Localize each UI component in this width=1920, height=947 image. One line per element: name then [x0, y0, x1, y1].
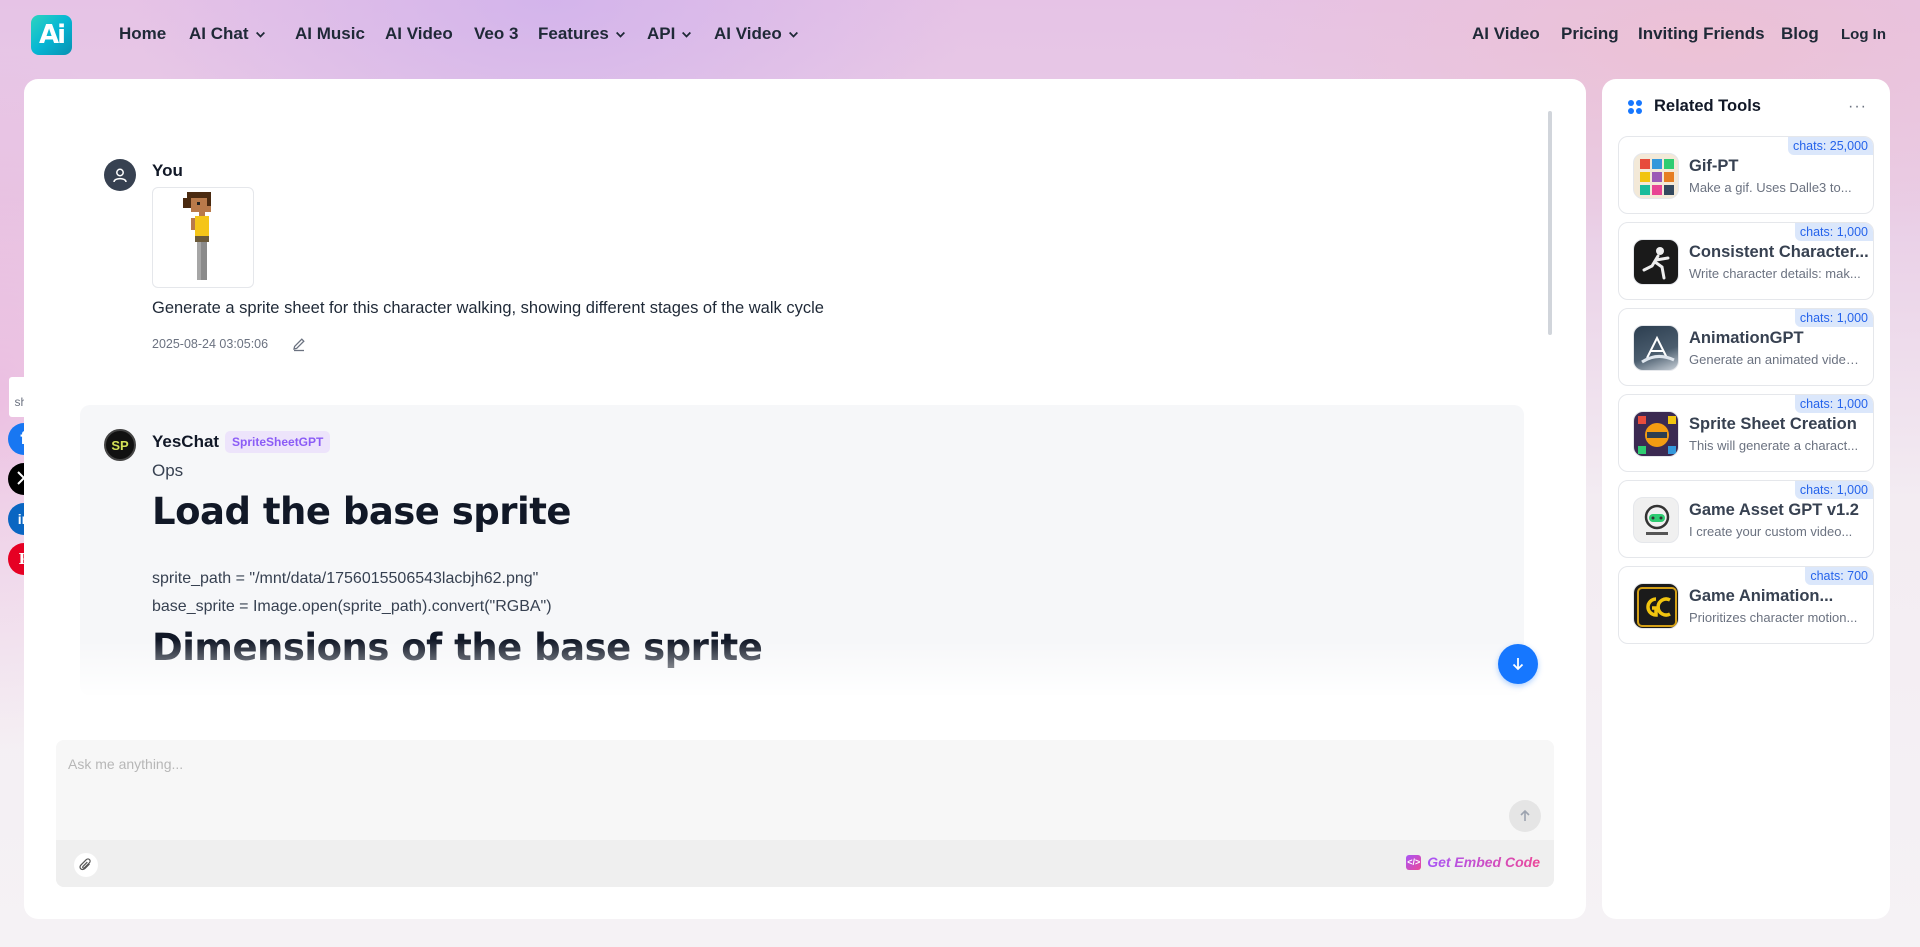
chevron-down-icon: [615, 29, 625, 39]
message-fade-overlay: [60, 640, 1550, 700]
sprite-sheet-creation-icon: [1633, 411, 1679, 457]
message-timestamp: 2025-08-24 03:05:06: [152, 337, 269, 351]
nav-ai-video-label: AI Video: [385, 24, 453, 43]
tool-description: Prioritizes character motion...: [1689, 610, 1858, 625]
send-button[interactable]: [1509, 800, 1541, 832]
tool-chat-count: chats: 1,000: [1794, 223, 1873, 241]
tool-chat-count: chats: 1,000: [1794, 309, 1873, 327]
nav-veo3-label: Veo 3: [474, 24, 519, 43]
chat-input[interactable]: [68, 752, 1468, 776]
site-logo[interactable]: Ai: [31, 15, 72, 55]
user-name: You: [152, 161, 183, 180]
bot-name: YesChat: [152, 432, 220, 451]
nav-features-label: Features: [538, 24, 609, 43]
animationgpt-icon: [1633, 325, 1679, 371]
nav-ai-video[interactable]: AI Video: [385, 24, 453, 44]
more-options-icon[interactable]: ···: [1848, 98, 1867, 116]
nav-blog[interactable]: Blog: [1781, 24, 1819, 44]
arrow-up-icon: [1520, 809, 1530, 821]
tool-card-animationgpt[interactable]: chats: 1,000 AnimationGPT Generate an an…: [1618, 308, 1874, 386]
uploaded-sprite-image[interactable]: [152, 187, 254, 288]
tool-description: Generate an animated video...: [1689, 352, 1863, 367]
bot-intro-text: Ops: [152, 461, 184, 480]
tool-description: Write character details: mak...: [1689, 266, 1861, 281]
chevron-down-icon: [681, 29, 692, 39]
edit-icon[interactable]: [291, 336, 307, 352]
nav-ai-video-menu-label: AI Video: [714, 24, 782, 43]
arrow-down-icon: [1512, 658, 1524, 671]
nav-ai-music-label: AI Music: [295, 24, 365, 43]
user-icon: [113, 168, 127, 183]
embed-code-link[interactable]: </> Get Embed Code: [1406, 854, 1540, 870]
consistent-character-icon: [1633, 239, 1679, 285]
code-line-2: base_sprite = Image.open(sprite_path).co…: [152, 598, 552, 615]
login-link[interactable]: Log In: [1841, 26, 1886, 43]
related-tools-title: Related Tools: [1654, 97, 1761, 115]
nav-ai-chat[interactable]: AI Chat: [189, 24, 265, 44]
nav-home[interactable]: Home: [119, 24, 166, 44]
nav-blog-label: Blog: [1781, 24, 1819, 43]
tool-name: Sprite Sheet Creation: [1689, 415, 1857, 433]
tool-card-game-asset-gpt[interactable]: chats: 1,000 Game Asset GPT v1.2 I creat…: [1618, 480, 1874, 558]
nav-home-label: Home: [119, 24, 167, 43]
tool-name: Gif-PT: [1689, 157, 1739, 175]
bot-avatar: SP: [104, 429, 136, 461]
nav-inviting-friends[interactable]: Inviting Friends: [1638, 24, 1765, 44]
tool-card-consistent-character[interactable]: chats: 1,000 Consistent Character... Wri…: [1618, 222, 1874, 300]
tool-name: Consistent Character...: [1689, 243, 1869, 261]
tool-card-gif-pt[interactable]: chats: 25,000 Gif-PT Make a gif. Uses Da…: [1618, 136, 1874, 214]
chevron-down-icon: [788, 29, 798, 39]
user-message-text: Generate a sprite sheet for this charact…: [152, 299, 824, 317]
apps-icon: [1627, 99, 1643, 115]
code-line-1: sprite_path = "/mnt/data/1756015506543la…: [152, 570, 539, 587]
tool-name: Game Asset GPT v1.2: [1689, 501, 1859, 519]
tool-card-sprite-sheet-creation[interactable]: chats: 1,000 Sprite Sheet Creation This …: [1618, 394, 1874, 472]
tool-card-game-animation[interactable]: chats: 700 Game Animation... Prioritizes…: [1618, 566, 1874, 644]
game-animation-icon: [1633, 583, 1679, 629]
nav-right-ai-video-label: AI Video: [1472, 24, 1540, 43]
nav-ai-chat-label: AI Chat: [189, 24, 249, 43]
chevron-down-icon: [255, 29, 265, 39]
bot-heading-1: Load the base sprite: [152, 490, 572, 533]
tool-chat-count: chats: 1,000: [1794, 481, 1873, 499]
gif-pt-icon: [1633, 153, 1679, 199]
nav-right-ai-video[interactable]: AI Video: [1472, 24, 1540, 44]
input-toolbar: </> Get Embed Code: [56, 840, 1554, 887]
nav-features[interactable]: Features: [538, 24, 625, 44]
nav-ai-music[interactable]: AI Music: [295, 24, 365, 44]
nav-pricing[interactable]: Pricing: [1561, 24, 1619, 44]
paperclip-icon: [79, 858, 91, 871]
tool-chat-count: chats: 25,000: [1787, 137, 1873, 155]
game-asset-gpt-icon: [1633, 497, 1679, 543]
nav-ai-video-menu[interactable]: AI Video: [714, 24, 798, 44]
nav-pricing-label: Pricing: [1561, 24, 1619, 43]
nav-api[interactable]: API: [647, 24, 692, 44]
tool-description: I create your custom video...: [1689, 524, 1853, 539]
login-label: Log In: [1841, 26, 1886, 43]
embed-code-label: Get Embed Code: [1427, 854, 1540, 870]
gpt-badge[interactable]: SpriteSheetGPT: [225, 431, 331, 453]
scroll-to-bottom-button[interactable]: [1498, 644, 1538, 684]
pixel-character-image: [183, 192, 211, 280]
chat-scrollbar[interactable]: [1548, 111, 1552, 335]
attach-button[interactable]: [74, 853, 98, 877]
tool-chat-count: chats: 1,000: [1794, 395, 1873, 413]
chat-input-area: </> Get Embed Code: [56, 740, 1554, 887]
top-navbar: Ai Home AI Chat AI Music AI Video Veo 3 …: [0, 0, 1920, 70]
nav-veo3[interactable]: Veo 3: [474, 24, 518, 44]
input-top: [56, 740, 1554, 840]
user-avatar: [104, 159, 136, 191]
tool-name: Game Animation...: [1689, 587, 1834, 605]
nav-inviting-friends-label: Inviting Friends: [1638, 24, 1765, 43]
tool-description: This will generate a charact...: [1689, 438, 1859, 453]
code-icon: </>: [1406, 854, 1422, 870]
tool-name: AnimationGPT: [1689, 329, 1804, 347]
tool-chat-count: chats: 700: [1805, 567, 1873, 585]
tool-description: Make a gif. Uses Dalle3 to...: [1689, 180, 1852, 195]
nav-api-label: API: [647, 24, 676, 43]
